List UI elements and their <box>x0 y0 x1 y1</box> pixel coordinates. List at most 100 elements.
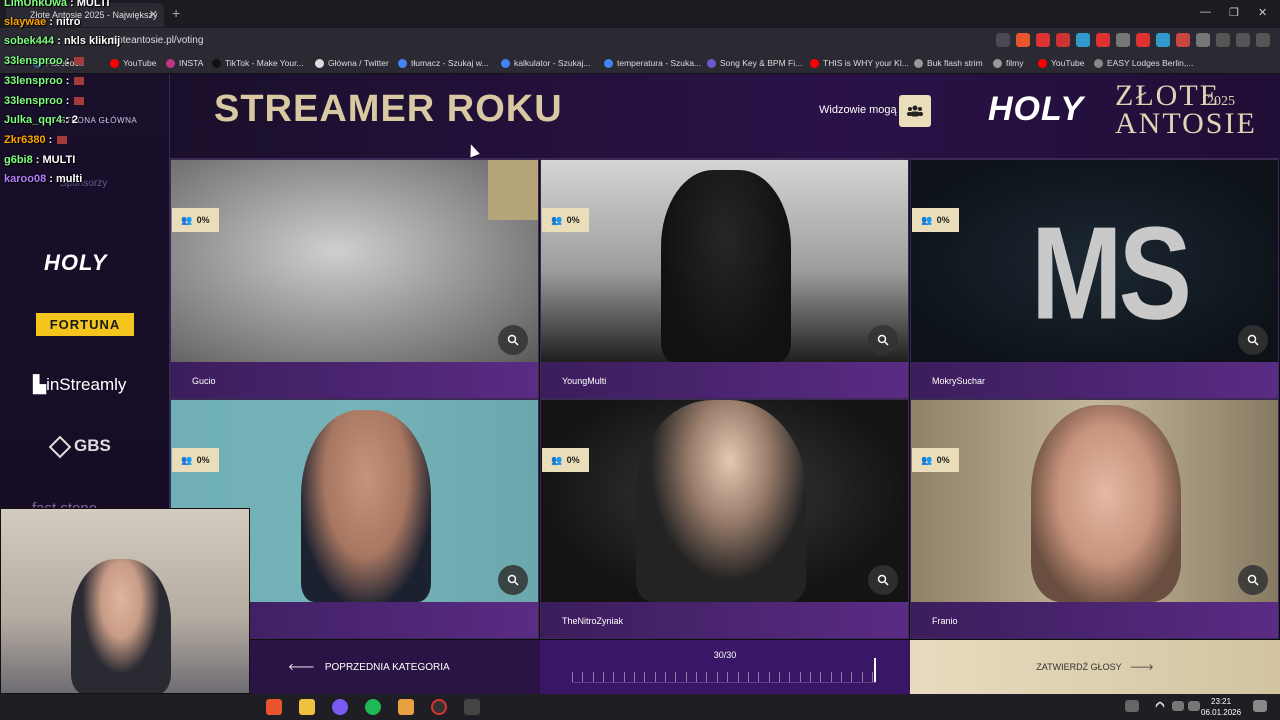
chat-text: nkls kliknij <box>63 35 121 47</box>
bookmark-item[interactable]: filmy <box>993 58 1023 68</box>
bookmark-item[interactable]: Song Key & BPM Fi... <box>707 58 802 68</box>
wallet-icon[interactable] <box>1236 33 1250 47</box>
brave-shield-icon[interactable] <box>1016 33 1030 47</box>
menu-icon[interactable] <box>1256 33 1270 47</box>
brave-taskbar-icon[interactable] <box>266 699 282 715</box>
candidate-name-bar: Franio <box>911 602 1278 638</box>
candidate-card-mokrysuchar[interactable]: MS 👥 0% MokrySuchar <box>910 159 1279 399</box>
minimize-icon[interactable]: — <box>1200 6 1211 18</box>
sponsor-instreamly-logo[interactable]: ▙inStreamly <box>33 375 126 395</box>
bookmark-label: temperatura - Szuka... <box>617 58 702 68</box>
file-explorer-icon[interactable] <box>299 699 315 715</box>
discord-icon[interactable] <box>332 699 348 715</box>
extension-icon[interactable] <box>1176 33 1190 47</box>
sponsor-gbs-logo[interactable]: GBS <box>48 435 111 458</box>
chat-separator: : <box>62 95 73 107</box>
extensions-menu-icon[interactable] <box>1196 33 1210 47</box>
extension-icon[interactable] <box>1116 33 1130 47</box>
users-icon: 👥 <box>921 214 933 225</box>
new-tab-icon[interactable]: + <box>172 5 180 21</box>
bookmark-label: tłumacz - Szukaj w... <box>411 58 489 68</box>
close-window-icon[interactable]: ✕ <box>1258 6 1267 19</box>
viewers-button[interactable] <box>899 95 931 127</box>
app-icon[interactable] <box>464 699 480 715</box>
bookmark-favicon-icon <box>315 58 324 68</box>
tray-clock[interactable]: 23:21 06.01.2026 <box>1201 696 1241 718</box>
bookmark-item[interactable]: kalkulator - Szukaj... <box>501 58 591 68</box>
zoom-icon[interactable] <box>1238 325 1268 355</box>
keyboard-icon[interactable] <box>1125 700 1139 712</box>
spotify-icon[interactable] <box>365 699 381 715</box>
candidate-card-youngmulti[interactable]: 👥 0% YoungMulti <box>540 159 909 399</box>
progress-marker <box>874 658 876 682</box>
volume-icon[interactable] <box>1188 701 1200 711</box>
extension-icon[interactable] <box>1056 33 1070 47</box>
bookmark-favicon-icon <box>707 58 716 68</box>
progress-tick <box>634 672 635 682</box>
bookmark-label: THIS is WHY your Kl... <box>823 58 909 68</box>
bookmark-favicon-icon <box>501 58 510 68</box>
close-tab-icon[interactable]: ✕ <box>149 8 158 21</box>
obs-icon[interactable] <box>431 699 447 715</box>
extension-icon[interactable] <box>1156 33 1170 47</box>
share-icon[interactable] <box>996 33 1010 47</box>
notifications-icon[interactable] <box>1253 700 1267 712</box>
zoom-icon[interactable] <box>1238 565 1268 595</box>
candidate-card-gucio[interactable]: 👥 0% Gucio <box>170 159 539 399</box>
category-progress: 30/30 <box>540 640 910 694</box>
progress-tick <box>831 672 832 682</box>
vote-percent-badge: 👥 0% <box>542 208 589 232</box>
bookmark-item[interactable]: tłumacz - Szukaj w... <box>398 58 488 68</box>
bookmark-favicon-icon <box>810 58 819 68</box>
bookmark-favicon-icon <box>110 58 119 68</box>
vote-percent: 0% <box>566 455 580 465</box>
progress-tick <box>655 672 656 682</box>
emote-icon <box>74 77 85 86</box>
extension-icon[interactable] <box>1136 33 1150 47</box>
chat-message: slaywae : nitro <box>4 16 80 28</box>
zoom-icon[interactable] <box>498 565 528 595</box>
previous-category-button[interactable]: 🡐 POPRZEDNIA KATEGORIA <box>250 640 540 694</box>
bookmark-item[interactable]: temperatura - Szuka... <box>604 58 701 68</box>
candidate-name-bar: Gucio <box>171 362 538 398</box>
confirm-votes-button[interactable]: ZATWIERDŹ GŁOSY 🡒 <box>910 640 1280 694</box>
media-player-icon[interactable] <box>398 699 414 715</box>
users-icon <box>907 105 923 117</box>
arrow-left-icon: 🡐 <box>288 662 315 673</box>
progress-tick <box>779 672 780 682</box>
vote-percent: 0% <box>566 215 580 225</box>
bookmark-item[interactable]: EASY Lodges Berlin,... <box>1094 58 1193 68</box>
users-icon: 👥 <box>551 454 563 465</box>
extension-icon[interactable] <box>1076 33 1090 47</box>
browser-tabbar: Złote Antosie 2025 - Największy ✕ + — ❐ … <box>0 0 1280 28</box>
bookmark-item[interactable]: THIS is WHY your Kl... <box>810 58 909 68</box>
zoom-icon[interactable] <box>868 325 898 355</box>
bookmark-item[interactable]: Główna / Twitter <box>315 58 389 68</box>
extension-icon[interactable] <box>1096 33 1110 47</box>
progress-tick <box>717 672 718 682</box>
confirm-votes-label: ZATWIERDŹ GŁOSY <box>1036 662 1122 672</box>
network-icon[interactable] <box>1172 701 1184 711</box>
vote-percent: 0% <box>936 455 950 465</box>
zoom-icon[interactable] <box>498 325 528 355</box>
restore-icon[interactable]: ❐ <box>1229 6 1239 19</box>
sponsor-fortuna-logo[interactable]: FORTUNA <box>36 313 134 336</box>
rewards-icon[interactable] <box>1036 33 1050 47</box>
url-field[interactable]: zloteantosie.pl/voting <box>110 35 203 46</box>
sidebar-toggle-icon[interactable] <box>1216 33 1230 47</box>
bookmark-item[interactable]: YouTube <box>1038 58 1084 68</box>
chevron-up-icon[interactable] <box>1154 700 1166 712</box>
viewers-label: Widzowie mogą <box>819 104 897 116</box>
sponsor-holy-logo[interactable]: HOLY <box>44 250 107 276</box>
candidate-name: Franio <box>932 616 958 626</box>
bookmark-item[interactable]: YouTube <box>110 58 156 68</box>
bookmark-item[interactable]: INSTA <box>166 58 203 68</box>
candidate-card-franio[interactable]: 👥 0% Franio <box>910 399 1279 639</box>
chat-username: slaywae <box>4 16 47 28</box>
bookmark-item[interactable]: Buk flash strim <box>914 58 983 68</box>
bookmark-item[interactable]: TikTok - Make Your... <box>212 58 304 68</box>
zoom-icon[interactable] <box>868 565 898 595</box>
candidate-card-thenitrozyniak[interactable]: 👥 0% TheNitroZyniak <box>540 399 909 639</box>
chat-message: karoo08 : multi <box>4 173 82 185</box>
progress-tick <box>603 672 604 682</box>
